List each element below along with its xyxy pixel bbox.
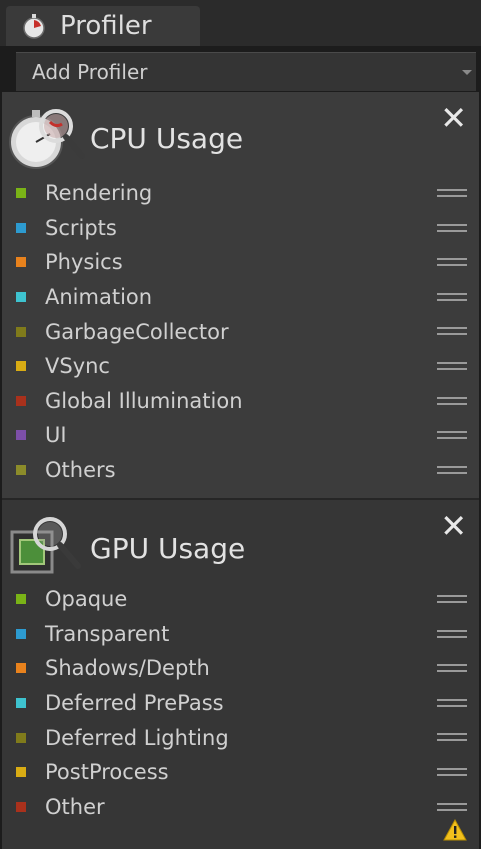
drag-handle-icon[interactable] [437,732,467,742]
drag-handle-icon[interactable] [437,698,467,708]
gpu-legend-label: Deferred PrePass [45,691,224,716]
drag-handle-icon[interactable] [437,361,467,371]
gpu-legend-list: Opaque Transparent Shadows/Depth Deferred P… [2,582,479,824]
gpu-usage-title: GPU Usage [90,532,246,565]
drag-handle-icon[interactable] [437,629,467,639]
cpu-legend-list: Rendering Scripts Physics Animation GarbageC… [2,176,479,487]
color-swatch[interactable] [16,257,26,268]
color-swatch[interactable] [16,222,26,233]
drag-handle-icon[interactable] [437,292,467,302]
cpu-legend-row[interactable]: VSync [2,349,479,384]
color-swatch[interactable] [16,465,26,476]
color-swatch[interactable] [16,188,26,199]
cpu-legend-row[interactable]: Others [2,453,479,488]
cpu-legend-label: Others [45,458,116,483]
add-profiler-dropdown[interactable]: Add Profiler [16,52,476,91]
gpu-legend-row[interactable]: Shadows/Depth [2,651,479,686]
cpu-legend-row[interactable]: Global Illumination [2,384,479,419]
cpu-legend-label: Global Illumination [45,388,243,413]
color-swatch[interactable] [16,663,26,674]
drag-handle-icon[interactable] [437,326,467,336]
profiler-icon [23,14,45,39]
cpu-legend-label: GarbageCollector [45,319,229,344]
color-swatch[interactable] [16,292,26,303]
stopwatch-magnifier-icon [9,109,85,169]
drag-handle-icon[interactable] [437,257,467,267]
drag-handle-icon[interactable] [437,767,467,777]
color-swatch[interactable] [16,732,26,743]
tab-bar: Profiler [0,0,481,46]
cpu-legend-label: UI [45,423,67,448]
drag-handle-icon[interactable] [437,188,467,198]
gpu-legend-label: Opaque [45,587,128,612]
warning-icon[interactable] [443,819,467,841]
cpu-legend-row[interactable]: Animation [2,280,479,315]
drag-handle-icon[interactable] [437,396,467,406]
cpu-panel-header: CPU Usage [2,92,479,182]
close-icon[interactable]: ✕ [440,510,467,542]
color-swatch[interactable] [16,628,26,639]
chevron-down-icon [462,70,472,75]
cpu-legend-row[interactable]: Rendering [2,176,479,211]
cpu-legend-row[interactable]: GarbageCollector [2,314,479,349]
gpu-legend-row[interactable]: PostProcess [2,755,479,790]
drag-handle-icon[interactable] [437,663,467,673]
gpu-legend-row[interactable]: Transparent [2,617,479,652]
gpu-legend-row[interactable]: Other [2,790,479,825]
gpu-legend-row[interactable]: Deferred Lighting [2,720,479,755]
cpu-usage-title: CPU Usage [90,122,244,155]
cpu-legend-label: Animation [45,285,153,310]
color-swatch[interactable] [16,698,26,709]
gpu-legend-row[interactable]: Opaque [2,582,479,617]
color-swatch[interactable] [16,326,26,337]
gpu-legend-label: Other [45,794,105,819]
gpu-legend-label: Transparent [45,621,170,646]
cpu-legend-label: Scripts [45,215,117,240]
color-swatch[interactable] [16,361,26,372]
drag-handle-icon[interactable] [437,802,467,812]
color-swatch[interactable] [16,395,26,406]
color-swatch[interactable] [16,594,26,605]
gpu-legend-label: PostProcess [45,760,169,785]
close-icon[interactable]: ✕ [440,102,467,134]
gpu-panel-header: GPU Usage [2,500,479,590]
gpu-legend-label: Deferred Lighting [45,725,229,750]
cpu-legend-label: VSync [45,354,110,379]
drag-handle-icon[interactable] [437,465,467,475]
drag-handle-icon[interactable] [437,594,467,604]
gpu-chip-magnifier-icon [10,517,81,574]
gpu-legend-row[interactable]: Deferred PrePass [2,686,479,721]
gpu-usage-panel: GPU Usage ✕ Opaque Transparent Shadows/Dep… [2,500,479,849]
tab-profiler[interactable]: Profiler [6,6,200,46]
cpu-usage-panel: CPU Usage ✕ Rendering Scripts Physics Anima… [2,92,479,500]
tab-title: Profiler [60,11,152,41]
add-profiler-label: Add Profiler [32,60,148,84]
cpu-legend-row[interactable]: UI [2,418,479,453]
drag-handle-icon[interactable] [437,430,467,440]
color-swatch[interactable] [16,767,26,778]
cpu-legend-row[interactable]: Scripts [2,211,479,246]
cpu-legend-label: Physics [45,250,123,275]
cpu-legend-row[interactable]: Physics [2,245,479,280]
gpu-legend-label: Shadows/Depth [45,656,210,681]
color-swatch[interactable] [16,801,26,812]
color-swatch[interactable] [16,430,26,441]
cpu-legend-label: Rendering [45,181,153,206]
drag-handle-icon[interactable] [437,223,467,233]
